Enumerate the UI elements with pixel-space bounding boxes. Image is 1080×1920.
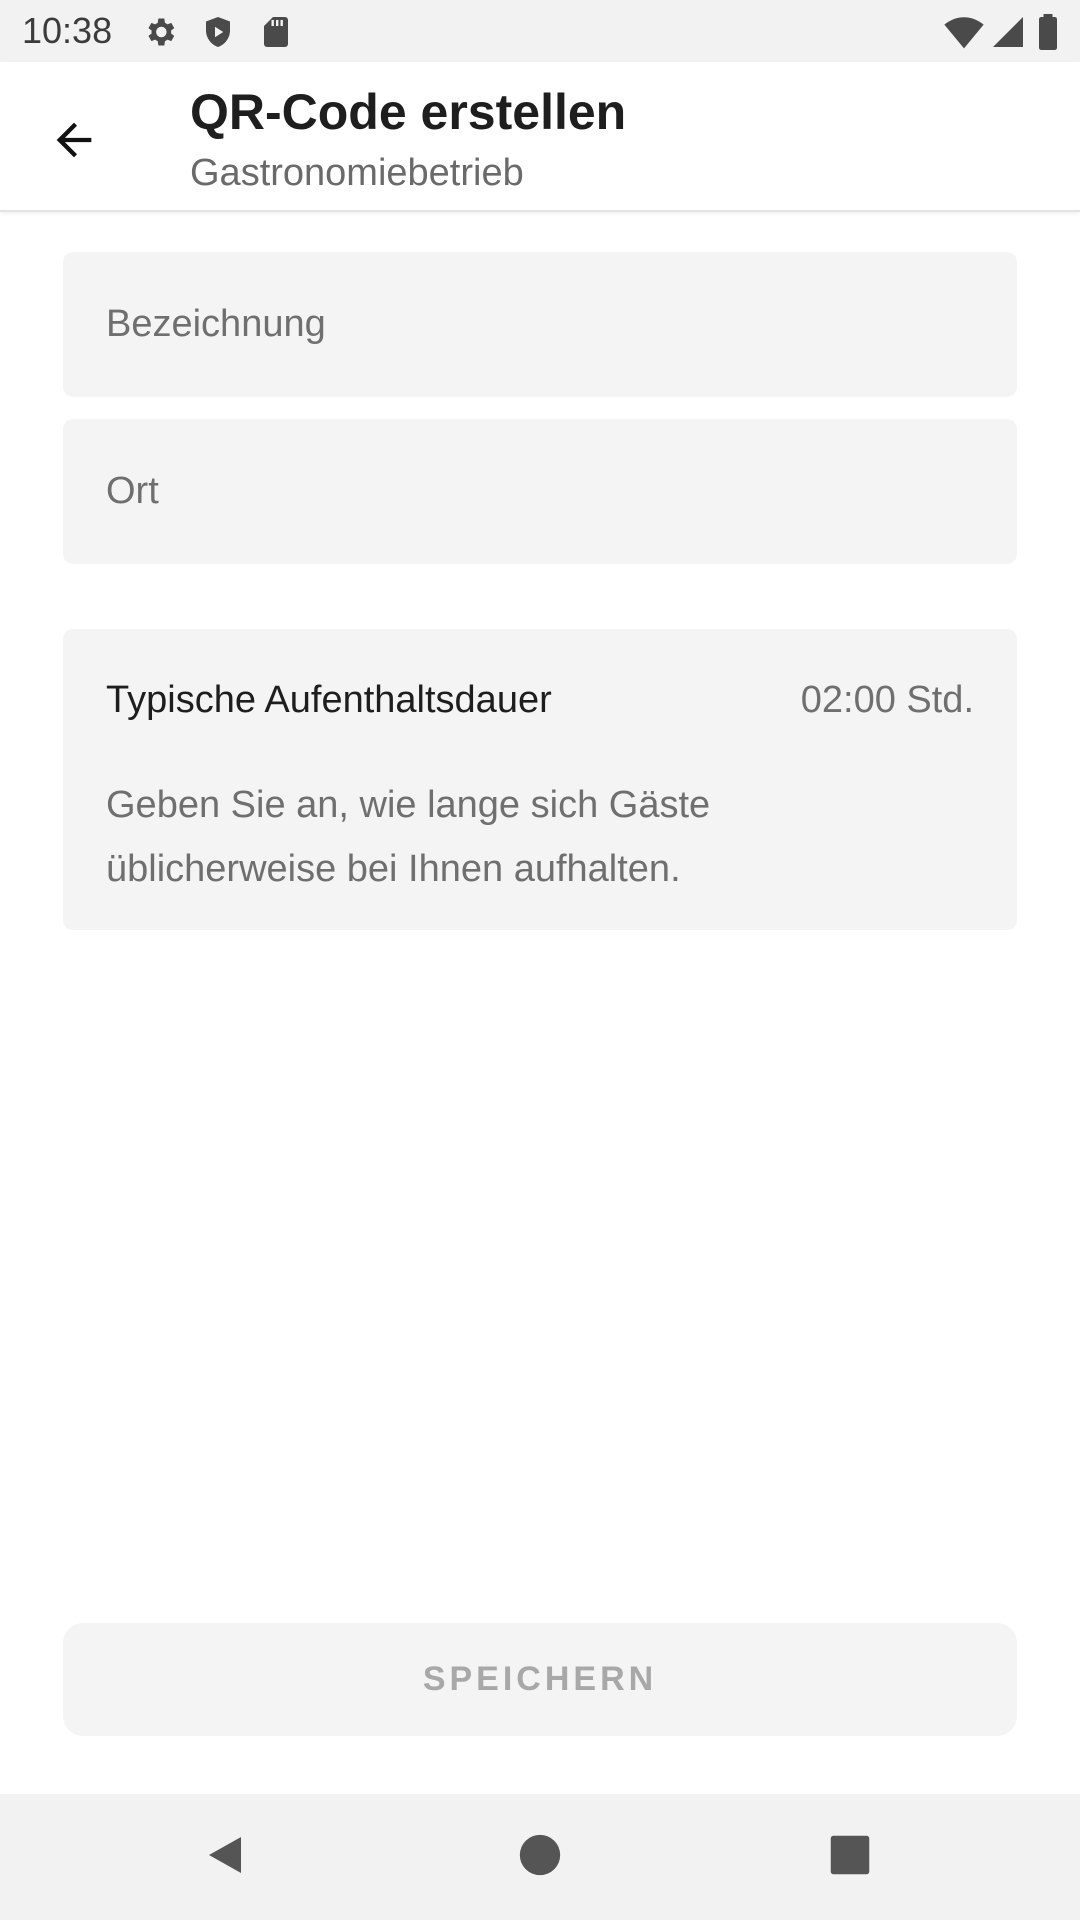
cell-signal-icon [990, 14, 1026, 50]
name-field [63, 252, 1017, 397]
battery-icon [1036, 14, 1060, 50]
duration-value[interactable]: 02:00 Std. [801, 677, 974, 723]
page-title: QR-Code erstellen [190, 84, 627, 140]
nav-recents-button[interactable] [815, 1822, 885, 1892]
save-button[interactable]: SPEICHERN [63, 1623, 1017, 1736]
location-input[interactable] [63, 419, 1017, 564]
shield-play-icon [200, 14, 236, 50]
system-nav-bar [0, 1794, 1080, 1920]
nav-home-button[interactable] [505, 1822, 575, 1892]
recents-square-icon [829, 1834, 871, 1881]
arrow-left-icon [48, 114, 100, 171]
status-time: 10:38 [22, 10, 113, 51]
location-field [63, 419, 1017, 564]
home-circle-icon [518, 1833, 562, 1882]
wifi-icon [944, 14, 984, 50]
duration-label: Typische Aufenthaltsdauer [106, 679, 552, 721]
sd-card-icon [258, 14, 294, 50]
app-bar: QR-Code erstellen Gastronomiebetrieb [0, 62, 1080, 212]
nav-back-button[interactable] [192, 1822, 262, 1892]
page-subtitle: Gastronomiebetrieb [190, 152, 524, 194]
duration-hint: Geben Sie an, wie lange sich Gäste üblic… [106, 784, 711, 890]
back-button[interactable] [32, 100, 116, 184]
settings-icon [142, 14, 178, 50]
back-triangle-icon [203, 1831, 251, 1884]
name-input[interactable] [63, 252, 1017, 397]
duration-card[interactable]: Typische Aufenthaltsdauer 02:00 Std. Geb… [63, 629, 1017, 930]
status-bar: 10:38 [0, 0, 1080, 62]
